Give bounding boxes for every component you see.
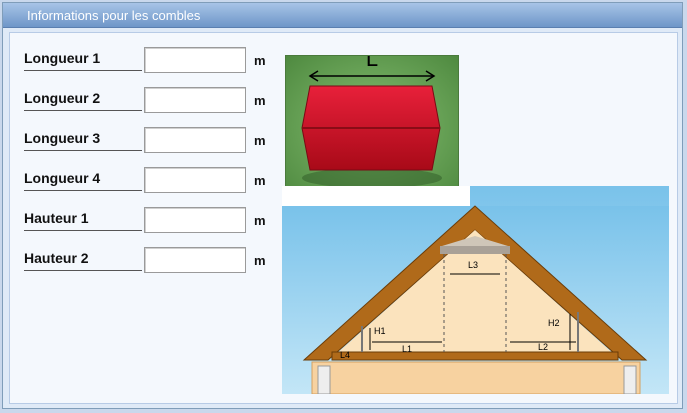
longueur-1-input[interactable] bbox=[144, 47, 246, 73]
panel-title: Informations pour les combles bbox=[27, 8, 201, 23]
hauteur-2-input[interactable] bbox=[144, 247, 246, 273]
label-l4: L4 bbox=[340, 350, 350, 360]
panel-titlebar: Informations pour les combles bbox=[3, 3, 682, 28]
field-label: Hauteur 1 bbox=[24, 210, 142, 231]
unit-label: m bbox=[254, 53, 266, 68]
label-l3: L3 bbox=[468, 260, 478, 270]
field-label: Hauteur 2 bbox=[24, 250, 142, 271]
unit-label: m bbox=[254, 213, 266, 228]
attic-illustration: L1 L2 L3 L4 H1 H2 bbox=[282, 186, 669, 394]
length-illustration: L bbox=[285, 46, 459, 199]
attic-info-panel: Informations pour les combles Longueur 1… bbox=[2, 2, 683, 409]
length-letter: L bbox=[366, 56, 378, 71]
longueur-3-input[interactable] bbox=[144, 127, 246, 153]
longueur-2-input[interactable] bbox=[144, 87, 246, 113]
unit-label: m bbox=[254, 253, 266, 268]
hauteur-1-input[interactable] bbox=[144, 207, 246, 233]
field-label: Longueur 3 bbox=[24, 130, 142, 151]
label-h1: H1 bbox=[374, 326, 386, 336]
label-l2: L2 bbox=[538, 342, 548, 352]
label-l1: L1 bbox=[402, 344, 412, 354]
unit-label: m bbox=[254, 173, 266, 188]
unit-label: m bbox=[254, 93, 266, 108]
label-h2: H2 bbox=[548, 318, 560, 328]
unit-label: m bbox=[254, 133, 266, 148]
field-label: Longueur 1 bbox=[24, 50, 142, 71]
field-label: Longueur 4 bbox=[24, 170, 142, 191]
longueur-4-input[interactable] bbox=[144, 167, 246, 193]
red-block-illustration: L bbox=[286, 46, 458, 198]
roof-section-illustration: L1 L2 L3 L4 H1 H2 bbox=[282, 186, 669, 394]
field-label: Longueur 2 bbox=[24, 90, 142, 111]
